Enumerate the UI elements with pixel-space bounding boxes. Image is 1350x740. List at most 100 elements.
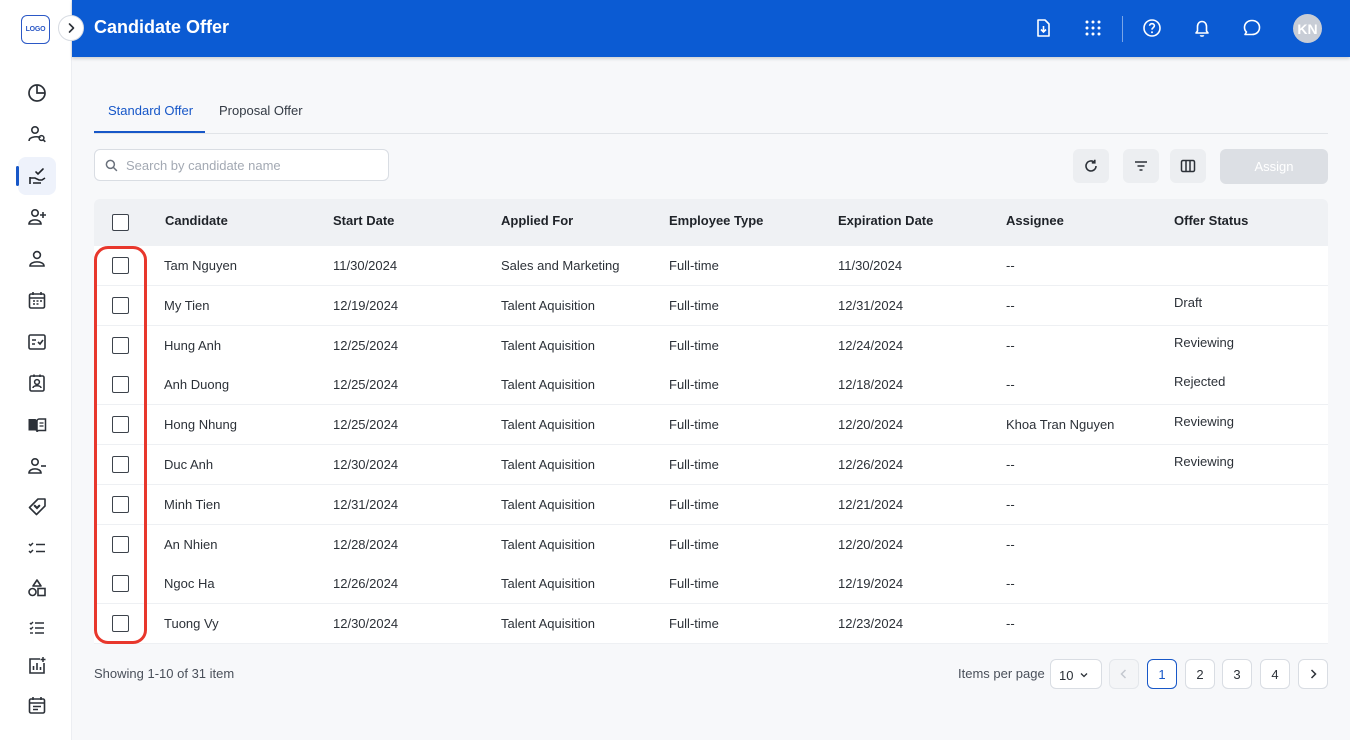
row-checkbox[interactable] xyxy=(112,456,129,473)
filter-button[interactable] xyxy=(1123,149,1159,183)
row-checkbox[interactable] xyxy=(112,257,129,274)
cell-candidate-name: Minh Tien xyxy=(164,496,221,512)
sidebar-item-contact[interactable] xyxy=(18,364,56,402)
cell-start-date: 12/25/2024 xyxy=(333,417,399,433)
page-button-2[interactable]: 2 xyxy=(1185,659,1215,689)
notifications-button[interactable] xyxy=(1190,16,1214,40)
dashboard-pie-icon xyxy=(28,84,46,102)
row-checkbox[interactable] xyxy=(112,535,129,553)
column-header-expiration-date[interactable]: Expiration Date xyxy=(838,213,933,228)
chat-button[interactable] xyxy=(1240,16,1264,40)
pagination-summary: Showing 1-10 of 31 item xyxy=(94,666,235,681)
bell-icon xyxy=(1195,20,1209,37)
column-header-applied-for[interactable]: Applied For xyxy=(501,213,573,228)
cell-expiration-date: 12/31/2024 xyxy=(838,297,904,313)
app-header: Candidate Offer KN xyxy=(72,0,1350,57)
sidebar-item-numbered-list[interactable] xyxy=(18,609,56,647)
sidebar-item-calendar[interactable] xyxy=(18,281,56,319)
sidebar-item-events[interactable] xyxy=(18,686,56,724)
cell-assignee: Khoa Tran Nguyen xyxy=(1006,417,1115,433)
sidebar-item-book[interactable] xyxy=(18,406,56,444)
cell-applied-for: Talent Aquisition xyxy=(501,616,595,632)
sidebar-item-add-candidate[interactable] xyxy=(18,198,56,236)
row-checkbox[interactable] xyxy=(112,575,129,593)
cell-employee-type: Full-time xyxy=(669,417,719,433)
columns-button[interactable] xyxy=(1170,149,1206,183)
cell-start-date: 12/26/2024 xyxy=(333,576,399,592)
items-per-page-label: Items per page xyxy=(958,666,1045,681)
select-all-checkbox[interactable] xyxy=(112,214,129,231)
table-row[interactable]: Minh Tien 12/31/2024 Talent Aquisition Full… xyxy=(94,484,1328,525)
page-button-4[interactable]: 4 xyxy=(1260,659,1290,689)
add-person-icon xyxy=(28,208,46,225)
cell-assignee: -- xyxy=(1006,576,1015,592)
sidebar-item-remove-person[interactable] xyxy=(18,447,56,485)
sidebar-item-shapes[interactable] xyxy=(18,569,56,607)
row-checkbox[interactable] xyxy=(112,416,129,434)
table-row[interactable]: Duc Anh 12/30/2024 Talent Aquisition Full-t… xyxy=(94,445,1328,485)
tab-proposal-offer[interactable]: Proposal Offer xyxy=(219,103,303,118)
apps-button[interactable] xyxy=(1081,16,1105,40)
sidebar-item-offer[interactable] xyxy=(16,157,56,195)
cell-employee-type: Full-time xyxy=(669,536,719,552)
column-header-start-date[interactable]: Start Date xyxy=(333,213,394,228)
help-button[interactable] xyxy=(1140,16,1164,40)
cell-expiration-date: 12/18/2024 xyxy=(838,377,904,393)
table-row[interactable]: An Nhien 12/28/2024 Talent Aquisition Full-… xyxy=(94,524,1328,565)
items-per-page-select[interactable]: 10 xyxy=(1050,659,1102,689)
row-checkbox[interactable] xyxy=(112,376,129,394)
search-icon xyxy=(105,159,118,172)
cell-candidate-name: Hung Anh xyxy=(164,337,222,353)
table-row[interactable]: My Tien 12/19/2024 Talent Aquisition Full-t… xyxy=(94,285,1328,326)
table-row[interactable]: Tuong Vy 12/30/2024 Talent Aquisition Full-… xyxy=(94,604,1328,645)
cell-applied-for: Talent Aquisition xyxy=(501,496,595,512)
column-header-candidate[interactable]: Candidate xyxy=(165,213,228,228)
cell-expiration-date: 12/23/2024 xyxy=(838,616,904,632)
table-row[interactable]: Ngoc Ha 12/26/2024 Talent Aquisition Full-t… xyxy=(94,564,1328,605)
column-header-assignee[interactable]: Assignee xyxy=(1006,213,1064,228)
assign-button[interactable]: Assign xyxy=(1220,149,1328,184)
cell-candidate-name: Anh Duong xyxy=(164,377,230,393)
page-button-3[interactable]: 3 xyxy=(1222,659,1252,689)
row-checkbox[interactable] xyxy=(112,495,129,513)
tab-standard-offer[interactable]: Standard Offer xyxy=(108,103,193,118)
table-row[interactable]: Tam Nguyen 11/30/2024 Sales and Marketing F… xyxy=(94,246,1328,286)
row-checkbox[interactable] xyxy=(112,336,129,354)
prev-page-button[interactable] xyxy=(1109,659,1139,689)
sidebar-item-tasks[interactable] xyxy=(18,529,56,567)
cell-start-date: 12/30/2024 xyxy=(333,616,399,632)
cell-employee-type: Full-time xyxy=(669,258,719,273)
sidebar-collapse-button[interactable] xyxy=(58,15,84,41)
offer-handshake-icon xyxy=(29,168,46,184)
download-button[interactable] xyxy=(1031,16,1055,40)
cell-employee-type: Full-time xyxy=(669,377,719,393)
cell-assignee: -- xyxy=(1006,496,1015,512)
table-row[interactable]: Anh Duong 12/25/2024 Talent Aquisition Full… xyxy=(94,365,1328,406)
sidebar-item-candidate-search[interactable] xyxy=(18,115,56,153)
sidebar-item-dashboard[interactable] xyxy=(18,74,56,112)
sidebar-item-checklist[interactable] xyxy=(18,323,56,361)
columns-icon xyxy=(1180,159,1196,173)
logo[interactable]: LOGO xyxy=(21,15,50,44)
next-page-button[interactable] xyxy=(1298,659,1328,689)
cell-expiration-date: 12/19/2024 xyxy=(838,576,904,592)
row-checkbox[interactable] xyxy=(112,615,129,633)
column-header-offer-status[interactable]: Offer Status xyxy=(1174,213,1248,228)
refresh-icon xyxy=(1085,159,1097,172)
cell-candidate-name: An Nhien xyxy=(164,536,218,552)
sidebar-item-person[interactable] xyxy=(18,240,56,278)
cell-start-date: 12/25/2024 xyxy=(333,337,399,353)
refresh-button[interactable] xyxy=(1073,149,1109,183)
user-avatar[interactable]: KN xyxy=(1293,14,1322,43)
sidebar-item-benefits[interactable] xyxy=(18,488,56,526)
cell-offer-status: Reviewing xyxy=(1174,454,1234,469)
column-header-employee-type[interactable]: Employee Type xyxy=(669,213,763,228)
page-button-1[interactable]: 1 xyxy=(1147,659,1177,689)
table-row[interactable]: Hong Nhung 12/25/2024 Talent Aquisition Ful… xyxy=(94,405,1328,446)
sidebar-item-reports[interactable] xyxy=(18,647,56,685)
cell-applied-for: Talent Aquisition xyxy=(501,297,595,313)
table-row[interactable]: Hung Anh 12/25/2024 Talent Aquisition Full-… xyxy=(94,325,1328,366)
cell-applied-for: Talent Aquisition xyxy=(501,337,595,353)
search-input[interactable] xyxy=(126,156,381,175)
row-checkbox[interactable] xyxy=(112,296,129,314)
